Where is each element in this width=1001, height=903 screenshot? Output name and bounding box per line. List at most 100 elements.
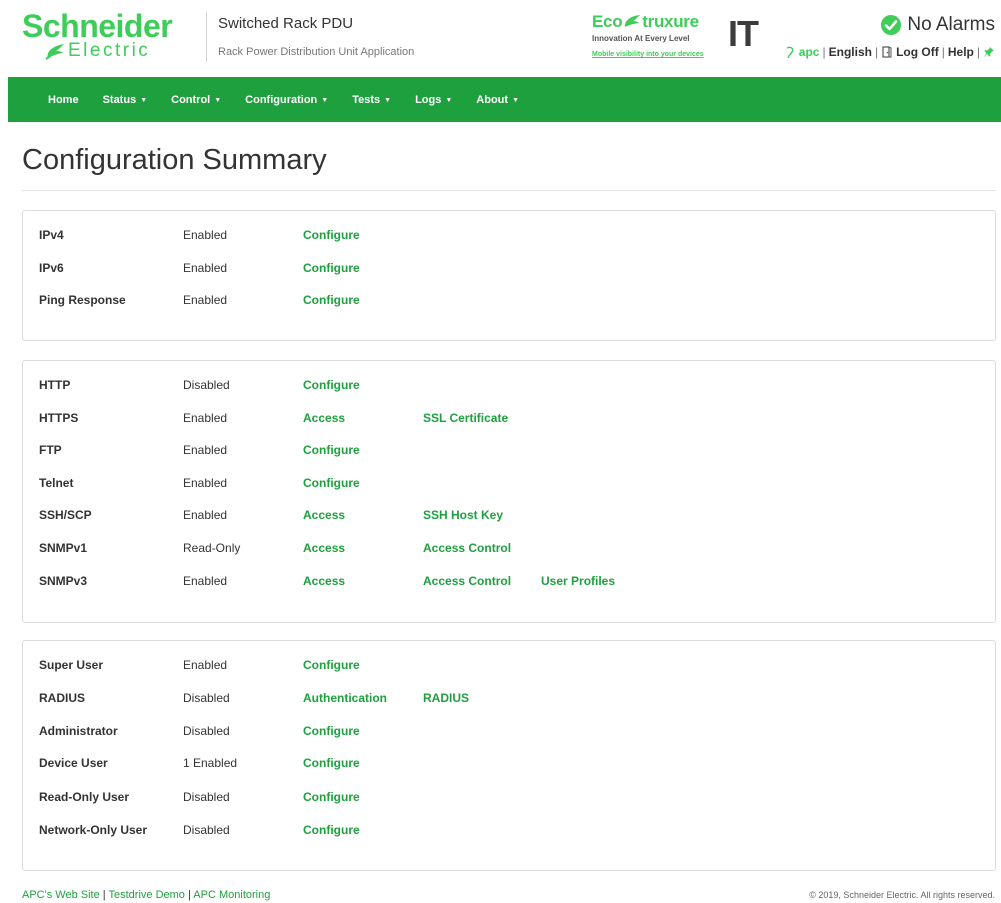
nav-tests-label: Tests	[352, 93, 381, 106]
schneider-electric-logo[interactable]: Schneider Electric	[22, 8, 198, 61]
caret-down-icon: ▼	[140, 96, 148, 104]
ecostruxure-logo[interactable]: Eco truxure Innovation At Every Level Mob…	[592, 12, 772, 64]
ssh-host-key-link[interactable]: SSH Host Key	[423, 508, 503, 522]
config-row-read-only-user: Read-Only User Disabled Configure	[23, 790, 995, 808]
config-row-radius: RADIUS Disabled Authentication RADIUS	[23, 691, 995, 709]
configure-link[interactable]: Configure	[303, 790, 360, 804]
footer-separator: |	[99, 889, 109, 901]
logo-company-top: Schneider	[22, 8, 173, 44]
eco-brand-suffix: truxure	[642, 12, 699, 31]
title-divider	[22, 190, 996, 191]
row-status: Enabled	[183, 508, 228, 522]
alarm-text: No Alarms	[907, 14, 995, 35]
logo-company-bottom: Electric	[68, 40, 151, 61]
pin-icon[interactable]	[983, 46, 995, 58]
header-divider	[206, 12, 207, 62]
caret-down-icon: ▼	[445, 96, 453, 104]
nav-control[interactable]: Control ▼	[171, 94, 221, 106]
row-status: Read-Only	[183, 541, 241, 555]
app-subtitle: Rack Power Distribution Unit Application	[218, 46, 415, 58]
config-row-network-only-user: Network-Only User Disabled Configure	[23, 823, 995, 841]
row-status: Enabled	[183, 228, 228, 242]
nav-home-label: Home	[48, 93, 79, 106]
access-link[interactable]: Access	[303, 508, 345, 522]
eco-brand-prefix: Eco	[592, 12, 623, 31]
row-status: Disabled	[183, 378, 230, 392]
caret-down-icon: ▼	[384, 96, 392, 104]
row-status: Disabled	[183, 724, 230, 738]
nav-tests[interactable]: Tests ▼	[352, 94, 391, 106]
nav-logs[interactable]: Logs ▼	[415, 94, 452, 106]
access-control-link[interactable]: Access Control	[423, 574, 511, 588]
configure-link[interactable]: Configure	[303, 443, 360, 457]
nav-configuration-label: Configuration	[245, 93, 318, 106]
ssl-certificate-link[interactable]: SSL Certificate	[423, 411, 508, 425]
access-link[interactable]: Access	[303, 541, 345, 555]
eco-mobile-link[interactable]: Mobile visibility into your devices	[592, 51, 704, 58]
access-link[interactable]: Access	[303, 411, 345, 425]
configure-link[interactable]: Configure	[303, 293, 360, 307]
logoff-label: Log Off	[896, 45, 939, 59]
row-label: HTTP	[39, 378, 71, 392]
row-status: 1 Enabled	[183, 756, 238, 770]
config-row-administrator: Administrator Disabled Configure	[23, 724, 995, 742]
row-status: Enabled	[183, 293, 228, 307]
row-label: SNMPv1	[39, 541, 88, 555]
row-status: Enabled	[183, 411, 228, 425]
nav-about[interactable]: About ▼	[476, 94, 519, 106]
nav-status[interactable]: Status ▼	[103, 94, 148, 106]
nav-home[interactable]: Home	[48, 94, 79, 106]
configure-link[interactable]: Configure	[303, 756, 360, 770]
config-row-device-user: Device User 1 Enabled Configure	[23, 756, 995, 774]
util-separator: |	[976, 45, 980, 59]
config-row-snmpv3: SNMPv3 Enabled Access Access Control Use…	[23, 574, 995, 592]
ecostruxure-brand: Eco truxure	[592, 12, 699, 32]
util-separator: |	[874, 45, 879, 59]
nav-about-label: About	[476, 93, 509, 106]
apc-website-link[interactable]: APC's Web Site	[22, 889, 100, 901]
page-header: Schneider Electric Switched Rack PDU Rac…	[0, 0, 1001, 77]
eco-it-mark: IT	[728, 13, 759, 54]
configure-link[interactable]: Configure	[303, 228, 360, 242]
nav-configuration[interactable]: Configuration ▼	[245, 94, 328, 106]
row-status: Enabled	[183, 261, 228, 275]
row-label: Administrator	[39, 724, 118, 738]
nav-control-label: Control	[171, 93, 211, 106]
language-menu[interactable]: English	[829, 45, 872, 59]
config-row-ipv6: IPv6 Enabled Configure	[23, 261, 995, 279]
product-name: Switched Rack PDU	[218, 15, 354, 32]
access-link[interactable]: Access	[303, 574, 345, 588]
configure-link[interactable]: Configure	[303, 658, 360, 672]
config-row-snmpv1: SNMPv1 Read-Only Access Access Control	[23, 541, 995, 559]
configure-link[interactable]: Configure	[303, 476, 360, 490]
apc-monitoring-link[interactable]: APC Monitoring	[193, 889, 270, 901]
protocols-panel: HTTP Disabled Configure HTTPS Enabled Ac…	[22, 360, 996, 623]
radius-link[interactable]: RADIUS	[423, 691, 469, 705]
row-label: Device User	[39, 756, 108, 770]
config-row-https: HTTPS Enabled Access SSL Certificate	[23, 411, 995, 429]
configure-link[interactable]: Configure	[303, 261, 360, 275]
testdrive-demo-link[interactable]: Testdrive Demo	[109, 889, 185, 901]
caret-down-icon: ▼	[321, 96, 329, 104]
access-control-link[interactable]: Access Control	[423, 541, 511, 555]
config-row-ping-response: Ping Response Enabled Configure	[23, 293, 995, 311]
row-label: SSH/SCP	[39, 508, 92, 522]
configure-link[interactable]: Configure	[303, 823, 360, 837]
user-profiles-link[interactable]: User Profiles	[541, 574, 615, 588]
footer-links: APC's Web Site | Testdrive Demo | APC Mo…	[22, 889, 270, 901]
row-status: Enabled	[183, 658, 228, 672]
user-menu[interactable]: apc	[784, 45, 819, 59]
row-status: Enabled	[183, 476, 228, 490]
users-panel: Super User Enabled Configure RADIUS Disa…	[22, 640, 996, 871]
authentication-link[interactable]: Authentication	[303, 691, 387, 705]
alarm-status[interactable]: No Alarms	[881, 13, 995, 37]
copyright-text: © 2019, Schneider Electric. All rights r…	[809, 890, 995, 900]
configure-link[interactable]: Configure	[303, 378, 360, 392]
eco-tagline: Innovation At Every Level	[592, 34, 690, 43]
help-link[interactable]: Help	[948, 45, 974, 59]
door-icon	[882, 46, 892, 58]
caret-down-icon: ▼	[512, 96, 519, 104]
logoff-link[interactable]: Log Off	[881, 45, 939, 59]
config-row-ftp: FTP Enabled Configure	[23, 443, 995, 461]
configure-link[interactable]: Configure	[303, 724, 360, 738]
